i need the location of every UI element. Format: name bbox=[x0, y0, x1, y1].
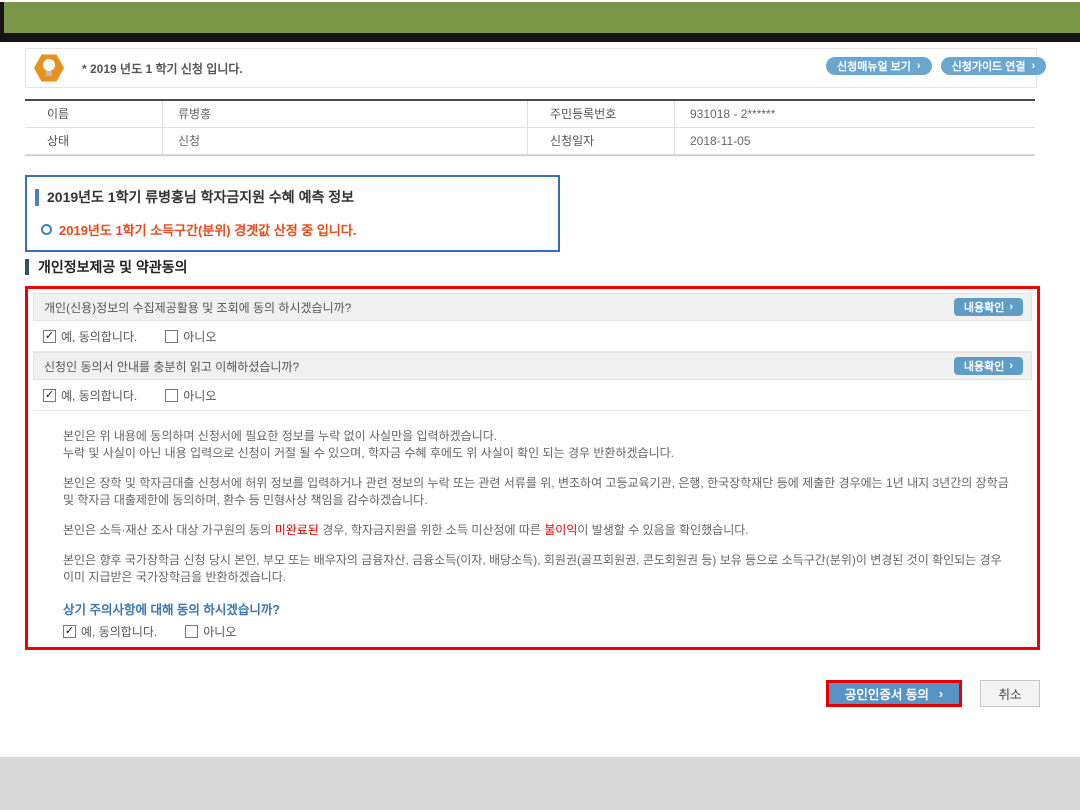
final-yes-label: 예, 동의합니다. bbox=[81, 623, 157, 640]
rrn-value: 931018 - 2****** bbox=[675, 101, 1035, 128]
aid-prediction-box: 2019년도 1학기 류병홍님 학자금지원 수혜 예측 정보 2019년도 1학… bbox=[25, 175, 560, 252]
yes-label-1: 예, 동의합니다. bbox=[61, 328, 137, 345]
chevron-right-icon: › bbox=[1031, 60, 1035, 72]
view-terms-label-1: 내용확인 bbox=[964, 299, 1004, 315]
chevron-right-icon: › bbox=[917, 60, 921, 72]
application-manual-button[interactable]: 신청매뉴얼 보기 › bbox=[826, 57, 932, 75]
bullet-circle-icon bbox=[41, 224, 52, 235]
yes-label-2: 예, 동의합니다. bbox=[61, 387, 137, 404]
consent-section-header: 개인정보제공 및 약관동의 bbox=[25, 257, 187, 277]
highlighted-word-disadvantage: 불이익 bbox=[544, 523, 577, 537]
terms-paragraph-1: 본인은 위 내용에 동의하며 신청서에 필요한 정보를 누락 없이 사실만을 입… bbox=[63, 428, 1012, 462]
status-value: 신청 bbox=[163, 128, 528, 155]
view-terms-label-2: 내용확인 bbox=[964, 358, 1004, 374]
checkbox-checked-icon: ✓ bbox=[65, 626, 74, 637]
view-terms-button-1[interactable]: 내용확인 › bbox=[954, 298, 1023, 316]
green-header-strip bbox=[4, 2, 1080, 33]
no-label-2: 아니오 bbox=[183, 387, 216, 404]
chevron-right-icon: › bbox=[939, 687, 943, 701]
final-consent-answer-row: ✓ 예, 동의합니다. 아니오 bbox=[33, 618, 1032, 644]
final-no-checkbox[interactable] bbox=[185, 625, 198, 638]
title-bar-accent bbox=[35, 189, 39, 206]
prediction-title-row: 2019년도 1학기 류병홍님 학자금지원 수혜 예측 정보 bbox=[35, 187, 558, 207]
semester-notice-text: * 2019 년도 1 학기 신청 입니다. bbox=[82, 60, 243, 77]
no-label-1: 아니오 bbox=[183, 328, 216, 345]
application-manual-label: 신청매뉴얼 보기 bbox=[837, 58, 911, 74]
prediction-status-text: 2019년도 1학기 소득구간(분위) 경곗값 산정 중 입니다. bbox=[59, 220, 356, 239]
consent-terms-text: 본인은 위 내용에 동의하며 신청서에 필요한 정보를 누락 없이 사실만을 입… bbox=[33, 411, 1032, 586]
footer-bar bbox=[0, 757, 1080, 810]
top-action-buttons: 신청매뉴얼 보기 › 신청가이드 연결 › bbox=[826, 57, 1046, 75]
application-page: * 2019 년도 1 학기 신청 입니다. 신청매뉴얼 보기 › 신청가이드 … bbox=[0, 0, 1080, 810]
name-label: 이름 bbox=[25, 101, 163, 128]
consent-question-bar-2: 신청인 동의서 안내를 충분히 읽고 이해하셨습니까? 내용확인 › bbox=[33, 352, 1032, 380]
prediction-status-row: 2019년도 1학기 소득구간(분위) 경곗값 산정 중 입니다. bbox=[41, 220, 558, 239]
terms-paragraph-4: 본인은 향후 국가장학금 신청 당시 본인, 부모 또는 배우자의 금융자산, … bbox=[63, 552, 1012, 586]
final-yes-checkbox[interactable]: ✓ bbox=[63, 625, 76, 638]
section-bar-accent bbox=[25, 259, 29, 275]
consent-question-bar-1: 개인(신용)정보의 수집제공활용 및 조회에 동의 하시겠습니까? 내용확인 › bbox=[33, 293, 1032, 321]
application-guide-button[interactable]: 신청가이드 연결 › bbox=[941, 57, 1047, 75]
rrn-label: 주민등록번호 bbox=[528, 101, 675, 128]
chevron-right-icon: › bbox=[1009, 360, 1013, 372]
yes-checkbox-1[interactable]: ✓ bbox=[43, 330, 56, 343]
terms-paragraph-3: 본인은 소득·재산 조사 대상 가구원의 동의 미완료된 경우, 학자금지원을 … bbox=[63, 522, 1012, 539]
terms-paragraph-2: 본인은 장학 및 학자금대출 신청서에 허위 정보를 입력하거나 관련 정보의 … bbox=[63, 475, 1012, 509]
apply-date-value: 2018-11-05 bbox=[675, 128, 1035, 155]
consent-question-2: 신청인 동의서 안내를 충분히 읽고 이해하셨습니까? bbox=[44, 358, 954, 375]
no-checkbox-1[interactable] bbox=[165, 330, 178, 343]
consent-box: 개인(신용)정보의 수집제공활용 및 조회에 동의 하시겠습니까? 내용확인 ›… bbox=[25, 286, 1040, 650]
applicant-info-table: 이름 류병홍 주민등록번호 931018 - 2****** 상태 신청 신청일… bbox=[25, 99, 1035, 156]
consent-answer-row-1: ✓ 예, 동의합니다. 아니오 bbox=[33, 321, 1032, 352]
application-guide-label: 신청가이드 연결 bbox=[952, 58, 1026, 74]
no-checkbox-2[interactable] bbox=[165, 389, 178, 402]
checkbox-checked-icon: ✓ bbox=[45, 331, 54, 342]
certificate-consent-label: 공인인증서 동의 bbox=[845, 684, 929, 703]
checkbox-checked-icon: ✓ bbox=[45, 390, 54, 401]
top-header-bar bbox=[0, 2, 1080, 42]
cancel-button[interactable]: 취소 bbox=[980, 680, 1040, 707]
final-consent-question: 상기 주의사항에 대해 동의 하시겠습니까? bbox=[33, 599, 1032, 618]
consent-question-1: 개인(신용)정보의 수집제공활용 및 조회에 동의 하시겠습니까? bbox=[44, 299, 954, 316]
certificate-consent-button[interactable]: 공인인증서 동의 › bbox=[826, 680, 962, 707]
prediction-title: 2019년도 1학기 류병홍님 학자금지원 수혜 예측 정보 bbox=[47, 187, 354, 207]
status-label: 상태 bbox=[25, 128, 163, 155]
consent-section-title: 개인정보제공 및 약관동의 bbox=[38, 257, 187, 277]
yes-checkbox-2[interactable]: ✓ bbox=[43, 389, 56, 402]
view-terms-button-2[interactable]: 내용확인 › bbox=[954, 357, 1023, 375]
final-no-label: 아니오 bbox=[203, 623, 236, 640]
bottom-action-buttons: 공인인증서 동의 › 취소 bbox=[0, 680, 1040, 707]
chevron-right-icon: › bbox=[1009, 301, 1013, 313]
highlighted-word-incomplete: 미완료된 bbox=[275, 523, 319, 537]
consent-answer-row-2: ✓ 예, 동의합니다. 아니오 bbox=[33, 380, 1032, 411]
apply-date-label: 신청일자 bbox=[528, 128, 675, 155]
name-value: 류병홍 bbox=[163, 101, 528, 128]
lightbulb-icon bbox=[34, 53, 64, 83]
